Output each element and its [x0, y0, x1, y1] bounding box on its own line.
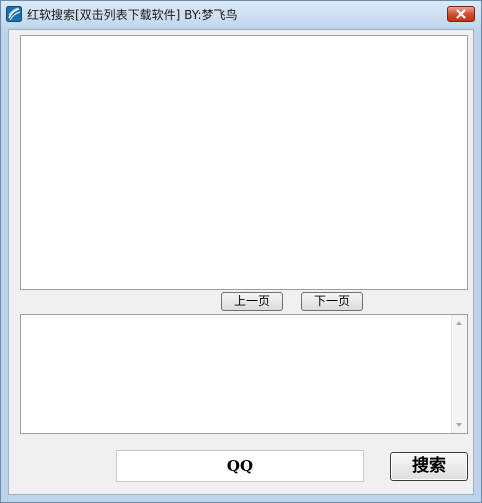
info-textbox[interactable]	[20, 314, 468, 434]
search-input[interactable]: QQ	[116, 450, 364, 482]
close-icon	[456, 9, 466, 19]
close-button[interactable]	[447, 6, 475, 22]
scroll-up-arrow-icon[interactable]	[456, 321, 462, 325]
app-logo-icon	[6, 6, 22, 22]
next-page-button[interactable]: 下一页	[301, 292, 363, 311]
prev-page-button[interactable]: 上一页	[221, 292, 283, 311]
window-title: 红软搜索[双击列表下载软件] BY:梦飞鸟	[27, 8, 238, 22]
search-button[interactable]: 搜索	[390, 452, 468, 481]
title-bar[interactable]: 红软搜索[双击列表下载软件] BY:梦飞鸟	[1, 1, 481, 27]
scroll-down-arrow-icon[interactable]	[456, 423, 462, 427]
vertical-scrollbar[interactable]	[451, 315, 467, 433]
results-list[interactable]	[20, 35, 468, 290]
client-area: 上一页 下一页 QQ 搜索	[8, 29, 474, 495]
app-window: 红软搜索[双击列表下载软件] BY:梦飞鸟 上一页 下一页 QQ 搜索	[0, 0, 482, 503]
